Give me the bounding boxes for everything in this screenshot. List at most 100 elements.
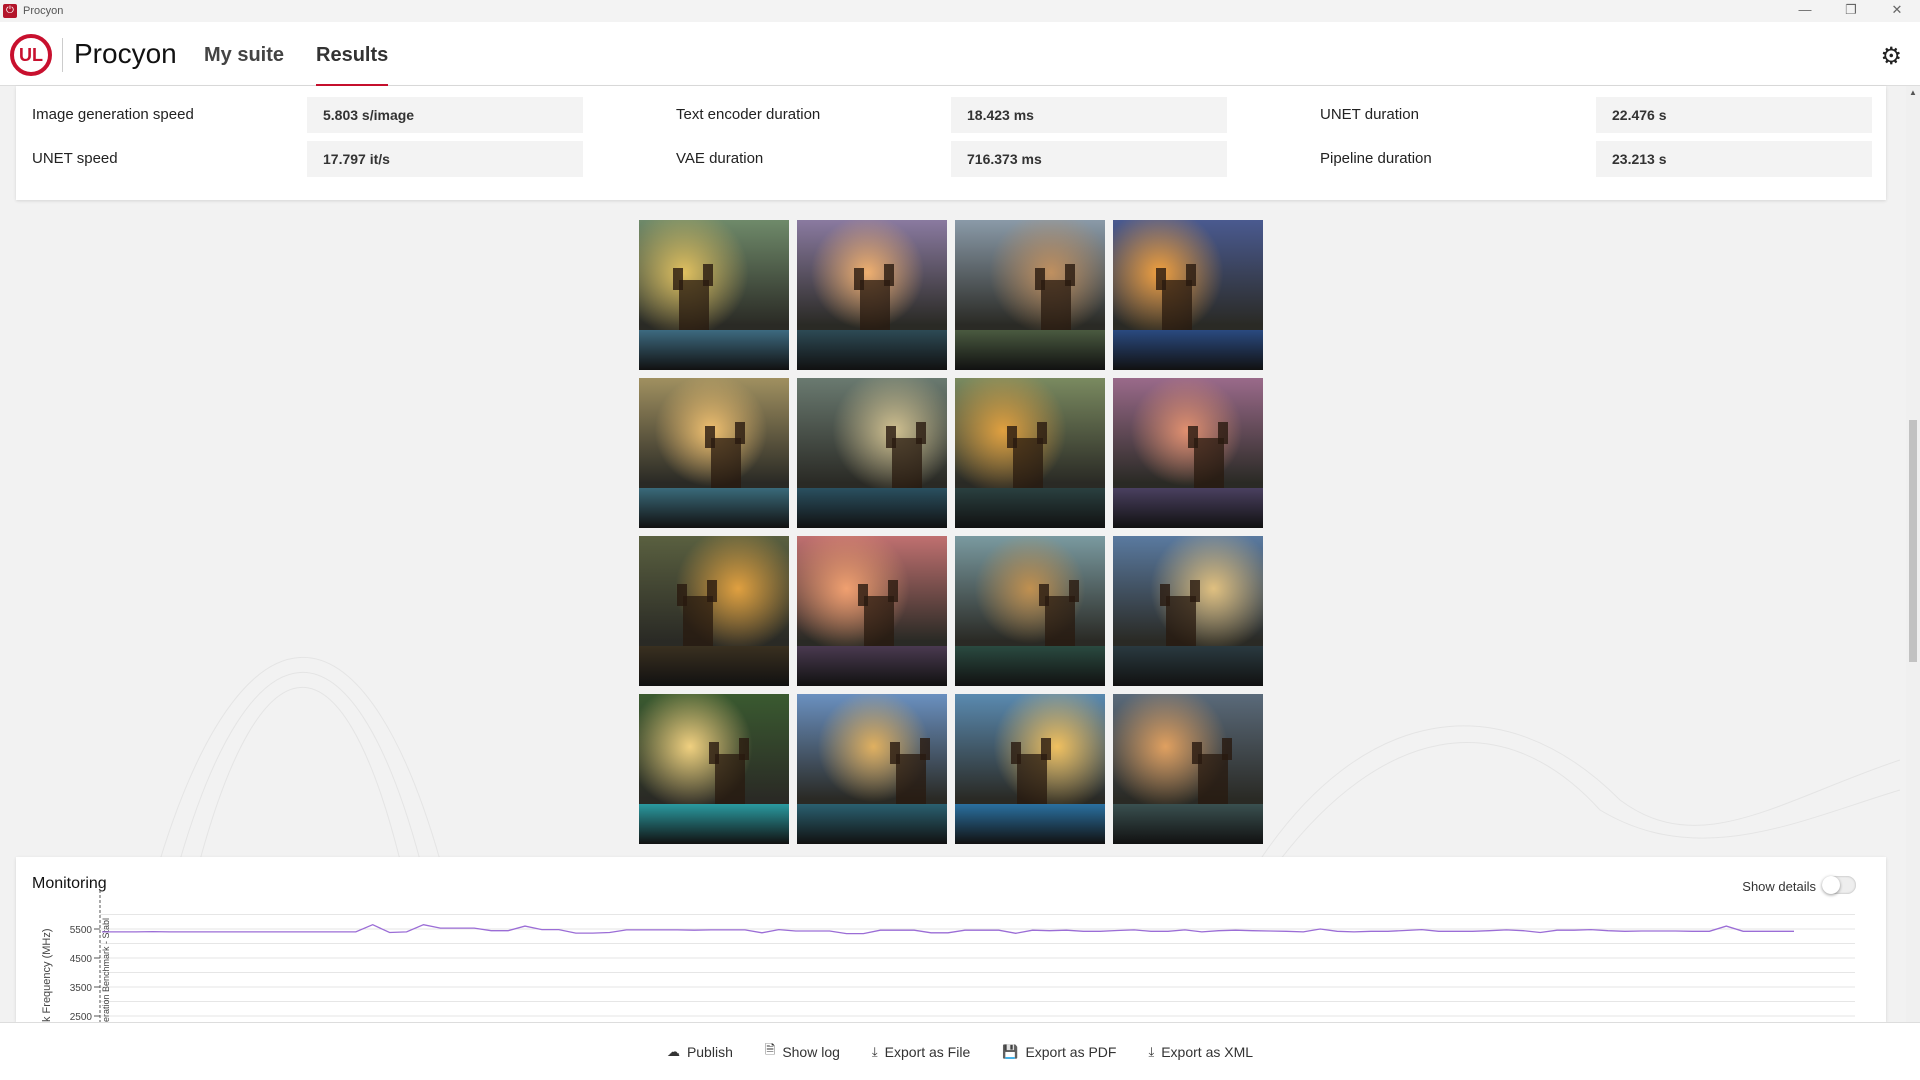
- generated-image[interactable]: [955, 220, 1105, 370]
- image-detail: [797, 488, 947, 528]
- generated-image[interactable]: [639, 536, 789, 686]
- generated-image[interactable]: [955, 694, 1105, 844]
- generated-image[interactable]: [1113, 220, 1263, 370]
- metric-label: UNET duration: [1320, 106, 1419, 123]
- restore-button[interactable]: ❐: [1828, 0, 1874, 22]
- image-detail: [864, 596, 894, 646]
- image-detail: [1198, 754, 1228, 804]
- metric-label: Pipeline duration: [1320, 150, 1432, 167]
- generated-image[interactable]: [955, 536, 1105, 686]
- tab-my-suite[interactable]: My suite: [204, 44, 284, 86]
- image-detail: [860, 280, 890, 330]
- image-detail: [797, 646, 947, 686]
- logo-divider: [62, 38, 63, 72]
- button-label: Publish: [686, 1043, 733, 1060]
- image-detail: [892, 438, 922, 488]
- image-detail: [1186, 264, 1196, 286]
- show-log-button[interactable]: 🗎 Show log: [765, 1041, 840, 1063]
- image-detail: [1041, 738, 1051, 760]
- image-detail: [1069, 580, 1079, 602]
- publish-button[interactable]: ☁ Publish: [667, 1044, 733, 1060]
- image-detail: [683, 596, 713, 646]
- tab-results[interactable]: Results: [316, 44, 389, 86]
- image-detail: [797, 330, 947, 370]
- image-detail: [639, 330, 789, 370]
- button-label: Show log: [782, 1043, 840, 1060]
- image-detail: [858, 584, 868, 606]
- image-detail: [797, 804, 947, 844]
- generated-image[interactable]: [639, 378, 789, 528]
- image-detail: [1017, 754, 1047, 804]
- image-detail: [1113, 330, 1263, 370]
- image-detail: [1039, 584, 1049, 606]
- image-detail: [955, 488, 1105, 528]
- image-detail: [1013, 438, 1043, 488]
- image-detail: [1188, 426, 1198, 448]
- image-detail: [1007, 426, 1017, 448]
- gear-icon[interactable]: ⚙: [1880, 42, 1902, 71]
- image-detail: [854, 268, 864, 290]
- image-detail: [639, 488, 789, 528]
- scroll-up-arrow-icon[interactable]: ▲: [1909, 88, 1917, 97]
- generated-image[interactable]: [797, 220, 947, 370]
- image-detail: [920, 738, 930, 760]
- image-detail: [1113, 804, 1263, 844]
- image-detail: [1037, 422, 1047, 444]
- minimize-button[interactable]: —: [1782, 0, 1828, 22]
- image-detail: [886, 426, 896, 448]
- generated-image[interactable]: [1113, 378, 1263, 528]
- generated-image[interactable]: [1113, 536, 1263, 686]
- image-detail: [1113, 488, 1263, 528]
- image-detail: [896, 754, 926, 804]
- metric-value: 23.213 s: [1596, 141, 1872, 177]
- image-detail: [1190, 580, 1200, 602]
- image-detail: [1166, 596, 1196, 646]
- image-detail: [916, 422, 926, 444]
- image-detail: [1041, 280, 1071, 330]
- image-detail: [884, 264, 894, 286]
- metric-value: 5.803 s/image: [307, 97, 583, 133]
- window-title: Procyon: [23, 5, 64, 17]
- scrollbar-thumb[interactable]: [1909, 420, 1917, 662]
- marker-label: eration Benchmark - Stabl: [101, 918, 111, 1022]
- y-tick-label: 4500: [70, 954, 93, 965]
- brand-name: Procyon: [74, 38, 177, 69]
- generated-image[interactable]: [797, 694, 947, 844]
- cloud-upload-icon: ☁: [666, 1043, 680, 1059]
- generated-image[interactable]: [639, 220, 789, 370]
- image-detail: [1222, 738, 1232, 760]
- scrollbar[interactable]: ▲: [1906, 86, 1920, 1022]
- generated-image[interactable]: [1113, 694, 1263, 844]
- image-detail: [703, 264, 713, 286]
- button-label: Export as PDF: [1025, 1043, 1117, 1060]
- ul-logo: UL: [10, 34, 52, 76]
- generated-image[interactable]: [955, 378, 1105, 528]
- image-detail: [955, 330, 1105, 370]
- monitoring-card: Monitoring Show details 5500 4500 3500 2500…: [16, 857, 1886, 1022]
- image-detail: [1192, 742, 1202, 764]
- generated-image[interactable]: [639, 694, 789, 844]
- image-detail: [1162, 280, 1192, 330]
- button-label: Export as XML: [1161, 1043, 1254, 1060]
- metric-value: 22.476 s: [1596, 97, 1872, 133]
- image-detail: [1011, 742, 1021, 764]
- generated-image[interactable]: [797, 536, 947, 686]
- image-detail: [707, 580, 717, 602]
- metric-label: Image generation speed: [32, 106, 194, 123]
- image-detail: [639, 804, 789, 844]
- close-button[interactable]: ✕: [1874, 0, 1920, 22]
- image-detail: [1045, 596, 1075, 646]
- image-detail: [1160, 584, 1170, 606]
- export-as-file-button[interactable]: ⤓ Export as File: [872, 1044, 970, 1060]
- generated-images-grid: [639, 220, 1265, 844]
- generated-image[interactable]: [797, 378, 947, 528]
- export-as-xml-button[interactable]: ⤓ Export as XML: [1148, 1044, 1253, 1060]
- footer-actions: ☁ Publish 🗎 Show log ⤓ Export as File 💾 Export …: [0, 1022, 1920, 1080]
- export-as-pdf-button[interactable]: 💾 Export as PDF: [1002, 1044, 1116, 1060]
- image-detail: [677, 584, 687, 606]
- metric-label: VAE duration: [676, 150, 764, 167]
- image-detail: [1156, 268, 1166, 290]
- y-axis-label: k Frequency (MHz): [41, 928, 53, 1022]
- image-detail: [639, 646, 789, 686]
- image-detail: [1035, 268, 1045, 290]
